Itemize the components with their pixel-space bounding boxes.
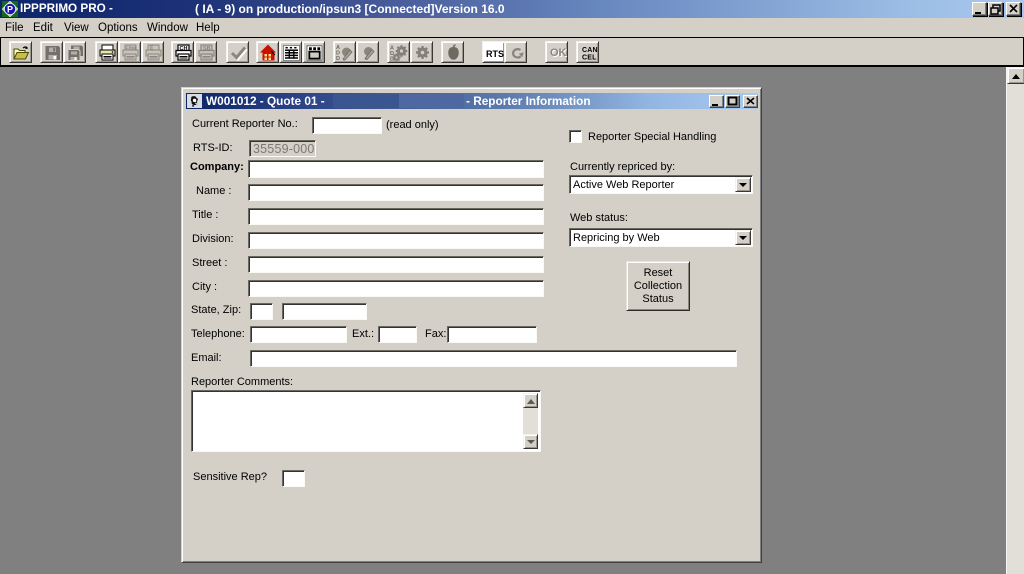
- svg-text:RTS: RTS: [486, 49, 504, 59]
- svg-text:D: D: [336, 56, 340, 62]
- svg-text:P: P: [7, 5, 13, 15]
- svg-text:OK: OK: [550, 47, 567, 59]
- svg-text:CAN: CAN: [582, 47, 598, 54]
- svg-text:CEL: CEL: [582, 55, 597, 62]
